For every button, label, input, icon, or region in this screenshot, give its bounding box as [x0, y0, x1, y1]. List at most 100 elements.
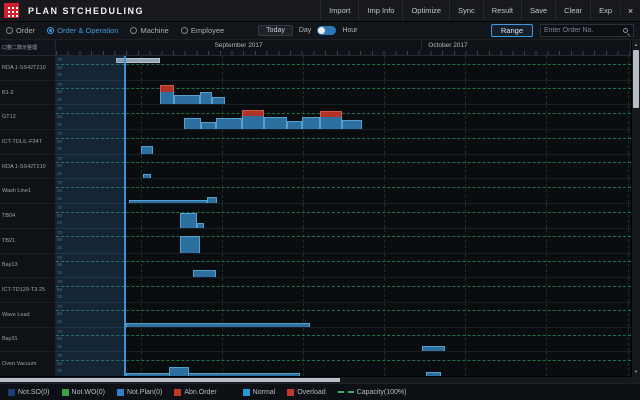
legend-item: Abn.Order: [174, 389, 216, 396]
horizontal-scrollbar[interactable]: [0, 376, 631, 383]
legend-item: Overload: [287, 389, 325, 396]
machine-label[interactable]: Bay31: [0, 328, 56, 352]
radio-machine[interactable]: Machine: [130, 26, 168, 35]
machine-load-plot: 755025: [56, 105, 631, 129]
overload-segment: [160, 85, 174, 91]
capacity-line: [56, 310, 631, 311]
today-button[interactable]: Today: [258, 25, 293, 36]
week-gridline: [546, 81, 547, 105]
load-bar[interactable]: [184, 118, 202, 129]
row-axis-ticks: 755025: [57, 303, 62, 327]
exp-button[interactable]: Exp: [590, 0, 620, 21]
close-icon[interactable]: ×: [620, 6, 640, 16]
load-bar[interactable]: [207, 197, 217, 204]
week-gridline: [628, 130, 629, 154]
load-bar[interactable]: [180, 236, 200, 252]
load-bar[interactable]: [193, 270, 215, 278]
week-gridline: [465, 155, 466, 179]
radio-order[interactable]: Order: [6, 26, 35, 35]
legend-label: Not.SO(0): [18, 389, 50, 396]
scroll-down-icon[interactable]: ▼: [632, 367, 640, 376]
week-gridline: [384, 278, 385, 302]
load-bar[interactable]: [197, 223, 204, 228]
machine-label[interactable]: Wave Lead: [0, 303, 56, 327]
machine-label[interactable]: Bay13: [0, 254, 56, 278]
horizontal-scroll-thumb[interactable]: [0, 378, 340, 382]
load-bar[interactable]: [143, 174, 151, 178]
vertical-scroll-thumb[interactable]: [633, 50, 639, 108]
machine-label[interactable]: Wash Line1: [0, 179, 56, 203]
result-button[interactable]: Result: [483, 0, 521, 21]
gantt-chart: 口整二数示整理 September 2017October 2017 RDA 1…: [0, 40, 631, 376]
week-gridline: [384, 204, 385, 228]
order-search-input[interactable]: [544, 27, 623, 34]
range-button[interactable]: Range: [491, 24, 533, 37]
week-gridline: [628, 303, 629, 327]
load-bar[interactable]: [264, 117, 287, 129]
load-bar[interactable]: [126, 373, 300, 376]
load-bar[interactable]: [116, 58, 159, 63]
row-axis-ticks: 755025: [57, 254, 62, 278]
machine-label[interactable]: TB21: [0, 229, 56, 253]
radio-employee[interactable]: Employee: [181, 26, 224, 35]
imp-info-button[interactable]: Imp Info: [358, 0, 402, 21]
capacity-line: [56, 360, 631, 361]
load-bar[interactable]: [212, 97, 225, 104]
radio-order-operation[interactable]: Order & Operation: [47, 26, 118, 35]
load-bar[interactable]: [141, 146, 153, 154]
search-icon[interactable]: [623, 28, 628, 33]
load-bar[interactable]: [216, 118, 241, 129]
machine-label[interactable]: TB04: [0, 204, 56, 228]
week-gridline: [546, 254, 547, 278]
machine-label[interactable]: RDA 1-SS42T210: [0, 155, 56, 179]
scroll-up-icon[interactable]: ▲: [632, 40, 640, 49]
overload-segment: [242, 110, 264, 116]
load-bar-overload[interactable]: [160, 85, 174, 104]
radio-dot-icon: [47, 27, 54, 34]
sync-button[interactable]: Sync: [449, 0, 483, 21]
load-bar-overload[interactable]: [320, 111, 342, 129]
load-bar-overload[interactable]: [242, 110, 264, 129]
machine-label[interactable]: RDA 1-SS42T210: [0, 56, 56, 80]
load-bar[interactable]: [174, 95, 200, 104]
week-gridline: [384, 81, 385, 105]
legend-label: Overload: [297, 389, 325, 396]
load-bar[interactable]: [342, 120, 362, 129]
machine-load-plot: 755025: [56, 130, 631, 154]
vertical-scrollbar[interactable]: ▲ ▼: [631, 40, 640, 376]
load-bar[interactable]: [422, 346, 445, 351]
load-bar[interactable]: [201, 122, 216, 129]
machine-load-plot: 755025: [56, 229, 631, 253]
load-bar[interactable]: [169, 367, 189, 376]
row-axis-ticks: 755025: [57, 81, 62, 105]
load-bar[interactable]: [129, 200, 207, 203]
machine-label[interactable]: ICT-TD129-T3-25: [0, 278, 56, 302]
week-gridline: [465, 328, 466, 352]
load-bar[interactable]: [180, 213, 197, 228]
week-gridline: [628, 105, 629, 129]
toolbar: Order Order & Operation Machine Employee To…: [0, 22, 640, 40]
overload-segment: [320, 111, 342, 117]
load-bar[interactable]: [200, 92, 213, 104]
row-axis-ticks: 755025: [57, 328, 62, 352]
row-axis-ticks: 755025: [57, 278, 62, 302]
radio-dot-icon: [6, 27, 13, 34]
load-bar[interactable]: [302, 117, 320, 129]
save-button[interactable]: Save: [521, 0, 555, 21]
week-gridline: [628, 204, 629, 228]
machine-label[interactable]: Oven Vacuum: [0, 352, 56, 376]
machine-row: Wash Line1755025: [0, 179, 631, 204]
clear-button[interactable]: Clear: [555, 0, 590, 21]
import-button[interactable]: Import: [320, 0, 358, 21]
week-gridline: [628, 352, 629, 376]
machine-label[interactable]: ICT-TDL/L-F34T: [0, 130, 56, 154]
machine-label[interactable]: B1-2: [0, 81, 56, 105]
load-bar[interactable]: [126, 323, 310, 326]
machine-label[interactable]: GT12: [0, 105, 56, 129]
load-bar[interactable]: [287, 121, 303, 129]
day-hour-toggle[interactable]: [317, 26, 336, 35]
view-radios: Order Order & Operation Machine Employee: [6, 26, 224, 35]
week-gridline: [141, 229, 142, 253]
optimize-button[interactable]: Optimize: [402, 0, 449, 21]
load-bar[interactable]: [426, 372, 440, 376]
